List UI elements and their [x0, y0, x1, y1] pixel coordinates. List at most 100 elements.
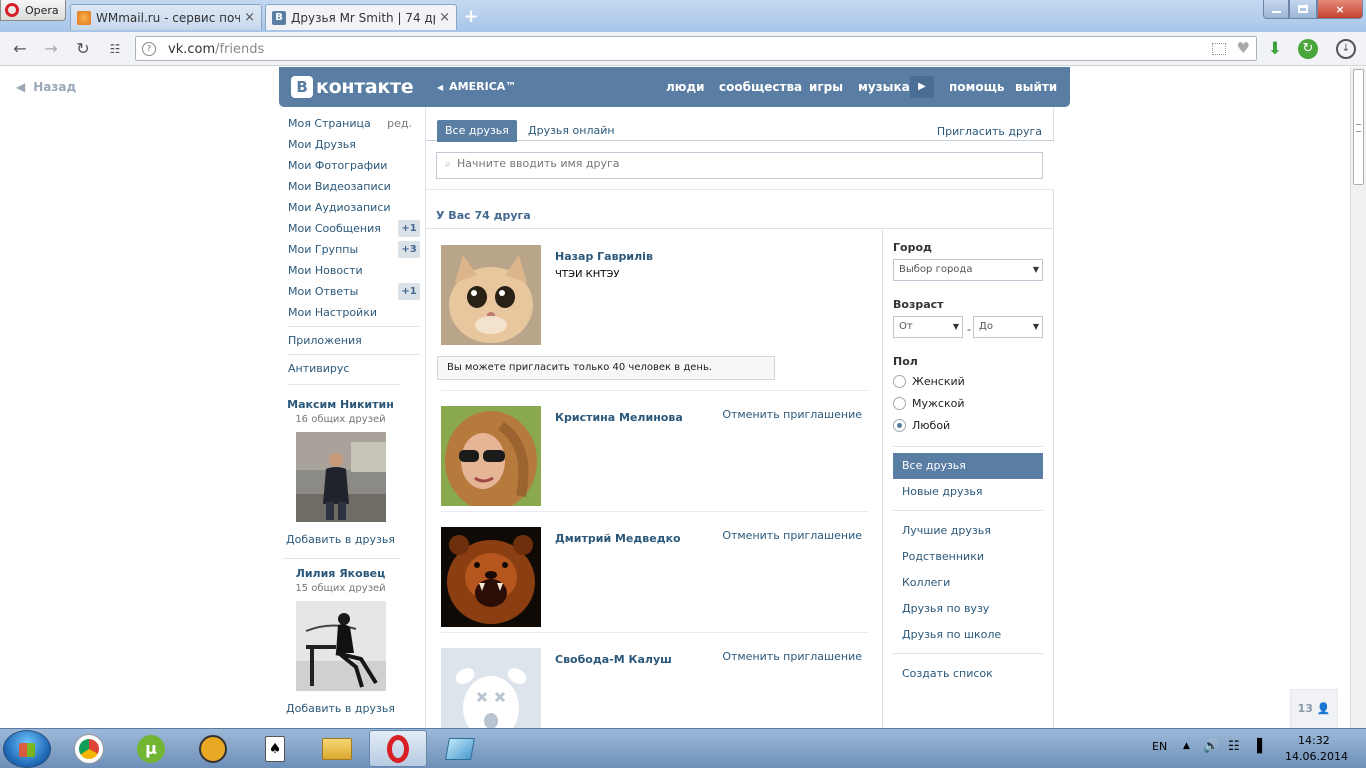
friend-search-box[interactable]: ⌕	[436, 152, 1043, 179]
list-school-friends[interactable]: Друзья по школе	[893, 622, 1043, 648]
speed-dial-add-icon[interactable]	[1212, 43, 1226, 55]
speed-dial-grid-icon[interactable]: ☷	[104, 38, 126, 60]
play-music-icon[interactable]: ▶	[910, 76, 934, 98]
gender-male-radio[interactable]: Мужской	[893, 395, 964, 411]
nav-logout[interactable]: выйти	[1015, 80, 1057, 94]
nav-games[interactable]: игры	[809, 80, 843, 94]
nav-people[interactable]: люди	[666, 80, 705, 94]
clock-time[interactable]: 14:32	[1298, 734, 1330, 747]
add-friend-link[interactable]: Добавить в друзья	[280, 533, 401, 546]
friend-search-input[interactable]	[457, 157, 1017, 170]
gender-female-radio[interactable]: Женский	[893, 373, 965, 389]
nav-help[interactable]: помощь	[949, 80, 1004, 94]
site-info-icon[interactable]: ?	[142, 42, 156, 56]
opera-menu-button[interactable]: Opera	[0, 0, 66, 21]
suggestion-photo[interactable]	[295, 432, 386, 522]
menu-my-videos[interactable]: Мои Видеозаписи	[288, 176, 420, 197]
new-tab-button[interactable]: +	[462, 8, 480, 26]
menu-my-photos[interactable]: Мои Фотографии	[288, 155, 420, 176]
list-colleagues[interactable]: Коллеги	[893, 570, 1043, 596]
minimize-button[interactable]	[1263, 0, 1289, 19]
create-list-link[interactable]: Создать список	[893, 661, 1043, 687]
input-language[interactable]: EN	[1152, 740, 1167, 753]
nav-communities[interactable]: сообщества	[719, 80, 802, 94]
list-best-friends[interactable]: Лучшие друзья	[893, 518, 1043, 544]
taskbar-aimp[interactable]	[184, 730, 242, 767]
nav-music[interactable]: музыка	[858, 80, 910, 94]
chat-online-widget[interactable]: 13 👤	[1290, 689, 1338, 728]
age-to-select[interactable]: До ▼	[973, 316, 1043, 338]
friend-avatar[interactable]	[441, 527, 541, 627]
friend-name[interactable]: Свобода-М Калуш	[555, 653, 672, 666]
menu-my-friends[interactable]: Мои Друзья	[288, 134, 420, 155]
list-university-friends[interactable]: Друзья по вузу	[893, 596, 1043, 622]
friend-name[interactable]: Дмитрий Медведко	[555, 532, 681, 545]
menu-my-messages[interactable]: Мои Сообщения +1	[288, 218, 420, 239]
cancel-invite-link[interactable]: Отменить приглашение	[722, 529, 862, 542]
downloads-icon[interactable]: ↓	[1336, 39, 1356, 59]
friend-name[interactable]: Назар Гаврилів	[555, 250, 653, 263]
edit-link[interactable]: ред.	[387, 113, 412, 134]
vk-logo[interactable]: B контакте	[291, 76, 414, 98]
menu-my-settings[interactable]: Мои Настройки	[288, 302, 420, 323]
volume-icon[interactable]: 🔊	[1203, 739, 1219, 754]
friend-avatar[interactable]	[441, 406, 541, 506]
tab-all-friends[interactable]: Все друзья	[437, 120, 517, 142]
promo-link[interactable]: ◀ AMERICA™	[437, 80, 516, 93]
bookmark-heart-icon[interactable]: ♥	[1237, 39, 1250, 57]
menu-antivirus[interactable]: Антивирус	[288, 358, 420, 379]
signal-bars-icon[interactable]: ▐	[1252, 739, 1262, 754]
close-window-button[interactable]: ×	[1317, 0, 1363, 19]
sync-extension-icon[interactable]: ↻	[1298, 39, 1318, 59]
tab-wmmail[interactable]: WMmail.ru - сервис почт ×	[70, 4, 262, 30]
city-select[interactable]: Выбор города ▼	[893, 259, 1043, 281]
taskbar-notepad[interactable]	[431, 730, 489, 767]
suggestion-mutual[interactable]: 16 общих друзей	[280, 414, 401, 425]
taskbar-solitaire[interactable]: ♠	[246, 730, 304, 767]
maximize-button[interactable]	[1289, 0, 1317, 19]
tray-show-hidden-icon[interactable]: ▲	[1183, 741, 1190, 751]
menu-my-audio[interactable]: Мои Аудиозаписи	[288, 197, 420, 218]
menu-my-page[interactable]: Моя Страница ред.	[288, 113, 420, 134]
suggestion-mutual[interactable]: 15 общих друзей	[280, 583, 401, 594]
gender-any-radio[interactable]: Любой	[893, 417, 950, 433]
close-tab-icon[interactable]: ×	[439, 10, 450, 25]
list-new-friends[interactable]: Новые друзья	[893, 479, 1043, 505]
address-bar[interactable]: ? vk.com/friends ♥	[135, 36, 1257, 61]
menu-applications[interactable]: Приложения	[288, 330, 420, 351]
taskbar-chrome[interactable]	[60, 730, 118, 767]
menu-my-news[interactable]: Мои Новости	[288, 260, 420, 281]
tab-vk-friends[interactable]: B Друзья Mr Smith | 74 друг ×	[265, 4, 457, 30]
back-link[interactable]: ◀ Назад	[16, 80, 76, 94]
close-tab-icon[interactable]: ×	[244, 10, 255, 25]
cancel-invite-link[interactable]: Отменить приглашение	[722, 650, 862, 663]
list-relatives[interactable]: Родственники	[893, 544, 1043, 570]
url-text[interactable]: vk.com/friends	[168, 42, 264, 57]
download-extension-icon[interactable]: ⬇	[1265, 39, 1285, 59]
start-button[interactable]	[3, 730, 51, 768]
menu-my-answers[interactable]: Мои Ответы +1	[288, 281, 420, 302]
suggestion-name[interactable]: Лилия Яковец	[280, 567, 401, 580]
friend-avatar[interactable]	[441, 245, 541, 345]
friend-name[interactable]: Кристина Мелинова	[555, 411, 683, 424]
friend-avatar[interactable]	[441, 648, 541, 728]
add-friend-link[interactable]: Добавить в друзья	[280, 702, 401, 715]
scrollbar-thumb[interactable]	[1353, 69, 1364, 185]
back-arrow-icon[interactable]: ←	[9, 38, 31, 60]
age-from-select[interactable]: От ▼	[893, 316, 963, 338]
forward-arrow-icon[interactable]: →	[40, 38, 62, 60]
page-scrollbar[interactable]	[1350, 67, 1366, 728]
taskbar-explorer[interactable]	[308, 730, 366, 767]
network-icon[interactable]: ☷	[1228, 739, 1240, 754]
suggestion-name[interactable]: Максим Никитин	[280, 398, 401, 411]
tab-friends-online[interactable]: Друзья онлайн	[520, 120, 623, 142]
taskbar-opera[interactable]	[369, 730, 427, 767]
invite-friend-link[interactable]: Пригласить друга	[937, 125, 1042, 138]
cancel-invite-link[interactable]: Отменить приглашение	[722, 408, 862, 421]
clock-date[interactable]: 14.06.2014	[1285, 750, 1348, 763]
menu-my-groups[interactable]: Мои Группы +3	[288, 239, 420, 260]
taskbar-utorrent[interactable]: µ	[122, 730, 180, 767]
reload-icon[interactable]: ↻	[72, 38, 94, 60]
suggestion-photo[interactable]	[295, 601, 386, 691]
list-all-friends[interactable]: Все друзья	[893, 453, 1043, 479]
